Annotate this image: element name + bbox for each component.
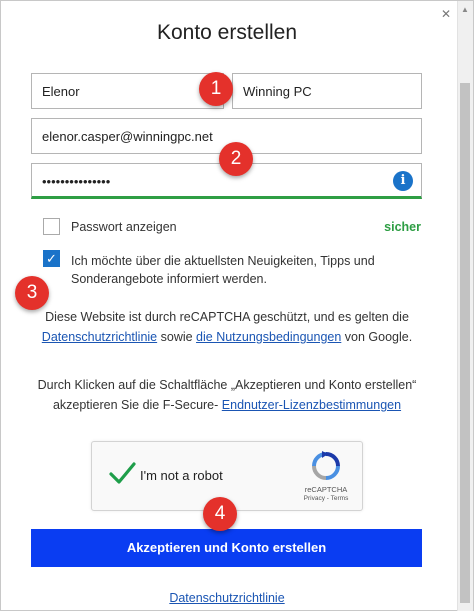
checkmark-icon: ✓ [46, 251, 57, 266]
scrollbar[interactable]: ▲ [457, 1, 473, 611]
newsletter-checkbox[interactable]: ✓ [43, 250, 60, 267]
google-privacy-link[interactable]: Datenschutzrichtlinie [42, 330, 157, 344]
terms-notice: Durch Klicken auf die Schaltfläche „Akze… [31, 375, 423, 415]
captcha-label: I'm not a robot [140, 468, 223, 483]
accept-create-account-button[interactable]: Akzeptieren und Konto erstellen [31, 529, 422, 567]
recaptcha-notice-text-3: von Google. [341, 330, 413, 344]
last-name-field[interactable]: Winning PC [232, 73, 422, 109]
password-strength-indicator: sicher [384, 220, 421, 234]
google-terms-link[interactable]: die Nutzungsbedingungen [196, 330, 341, 344]
close-icon[interactable]: ✕ [441, 7, 451, 21]
footer-privacy-link-wrap: Datenschutzrichtlinie [1, 591, 453, 605]
step-marker-2: 2 [219, 142, 253, 176]
show-password-checkbox[interactable] [43, 218, 60, 235]
footer-privacy-link[interactable]: Datenschutzrichtlinie [169, 591, 284, 605]
step-marker-1: 1 [199, 72, 233, 106]
info-icon[interactable]: i [393, 171, 413, 191]
dialog-window: ▲ ✕ Konto erstellen Elenor Winning PC el… [0, 0, 474, 611]
page-title: Konto erstellen [156, 21, 298, 44]
recaptcha-notice-text-2: sowie [157, 330, 197, 344]
green-checkmark-icon[interactable] [108, 459, 136, 487]
recaptcha-notice-text-1: Diese Website ist durch reCAPTCHA geschü… [45, 310, 409, 324]
recaptcha-logo-icon [312, 451, 340, 480]
captcha-privacy-terms-links[interactable]: Privacy - Terms [288, 495, 364, 502]
eula-link[interactable]: Endnutzer-Lizenzbestimmungen [222, 398, 401, 412]
step-marker-4: 4 [203, 497, 237, 531]
step-marker-3: 3 [15, 276, 49, 310]
show-password-label[interactable]: Passwort anzeigen [71, 220, 177, 234]
captcha-brand: reCAPTCHA [304, 485, 348, 494]
scroll-up-icon[interactable]: ▲ [460, 5, 470, 15]
newsletter-label[interactable]: Ich möchte über die aktuellsten Neuigkei… [71, 252, 401, 288]
scroll-thumb[interactable] [460, 83, 470, 603]
recaptcha-notice: Diese Website ist durch reCAPTCHA geschü… [31, 307, 423, 347]
first-name-field[interactable]: Elenor [31, 73, 224, 109]
